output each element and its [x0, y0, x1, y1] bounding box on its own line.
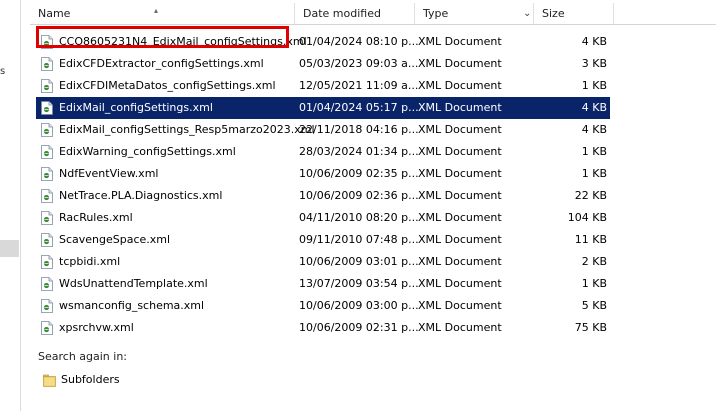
file-name: xpsrchvw.xml [59, 321, 134, 334]
column-header-date-modified[interactable]: Date modified [295, 3, 415, 24]
file-type: XML Document [418, 277, 502, 290]
file-date-modified: 01/04/2024 08:10 p... [299, 35, 419, 48]
file-date-modified: 10/06/2009 03:00 p... [299, 299, 419, 312]
file-name: EdixMail_configSettings_Resp5marzo2023.x… [59, 123, 315, 136]
file-size: 22 KB [574, 189, 607, 202]
file-type: XML Document [418, 57, 502, 70]
xml-file-icon [41, 101, 53, 115]
file-date-modified: 28/03/2024 01:34 p... [299, 145, 419, 158]
file-size: 1 KB [581, 277, 607, 290]
file-row[interactable]: RacRules.xml 04/11/2010 08:20 p... XML Doc… [36, 207, 610, 229]
subfolders-label: Subfolders [61, 373, 120, 386]
file-name: EdixCFDExtractor_configSettings.xml [59, 57, 264, 70]
file-date-modified: 10/06/2009 03:01 p... [299, 255, 419, 268]
header-divider [30, 24, 716, 25]
file-type: XML Document [418, 321, 502, 334]
sort-up-icon: ▴ [154, 6, 159, 15]
file-name: EdixCFDIMetaDatos_configSettings.xml [59, 79, 276, 92]
xml-file-icon [41, 211, 53, 225]
xml-file-icon [41, 57, 53, 71]
file-size: 1 KB [581, 79, 607, 92]
xml-file-icon [41, 299, 53, 313]
file-name: ScavengeSpace.xml [59, 233, 171, 246]
file-size: 75 KB [574, 321, 607, 334]
file-name: RacRules.xml [59, 211, 133, 224]
file-name: EdixMail_configSettings.xml [59, 101, 213, 114]
file-size: 1 KB [581, 167, 607, 180]
file-row[interactable]: ScavengeSpace.xml 09/11/2010 07:48 p... XM… [36, 229, 610, 251]
file-date-modified: 09/11/2010 07:48 p... [299, 233, 419, 246]
file-row[interactable]: WdsUnattendTemplate.xml 13/07/2009 03:54 … [36, 273, 610, 295]
file-row[interactable]: EdixMail_configSettings_Resp5marzo2023.x… [36, 119, 610, 141]
file-type: XML Document [418, 123, 502, 136]
column-header-filler [614, 3, 716, 24]
file-name: wsmanconfig_schema.xml [59, 299, 205, 312]
folder-icon [43, 374, 56, 387]
file-type: XML Document [418, 101, 502, 114]
file-type: XML Document [418, 299, 502, 312]
file-type: XML Document [418, 233, 502, 246]
file-row[interactable]: NdfEventView.xml 10/06/2009 02:35 p... XML… [36, 163, 610, 185]
file-row[interactable]: NetTrace.PLA.Diagnostics.xml 10/06/2009 0… [36, 185, 610, 207]
file-date-modified: 12/05/2021 11:09 a... [299, 79, 419, 92]
file-date-modified: 10/06/2009 02:31 p... [299, 321, 419, 334]
file-row[interactable]: tcpbidi.xml 10/06/2009 03:01 p... XML Docu… [36, 251, 610, 273]
file-date-modified: 22/11/2018 04:16 p... [299, 123, 419, 136]
file-type: XML Document [418, 145, 502, 158]
file-row[interactable]: wsmanconfig_schema.xml 10/06/2009 03:00 p… [36, 295, 610, 317]
file-date-modified: 01/04/2024 05:17 p... [299, 101, 419, 114]
nav-pane-selected-item[interactable] [0, 240, 19, 257]
xml-file-icon [41, 145, 53, 159]
file-date-modified: 10/06/2009 02:35 p... [299, 167, 419, 180]
column-header-name[interactable]: ▴ Name [30, 3, 295, 24]
file-type: XML Document [418, 167, 502, 180]
file-date-modified: 05/03/2023 09:03 a... [299, 57, 419, 70]
file-date-modified: 04/11/2010 08:20 p... [299, 211, 419, 224]
file-size: 3 KB [581, 57, 607, 70]
navigation-pane-edge: s [0, 0, 21, 411]
xml-file-icon [41, 321, 53, 335]
file-type: XML Document [418, 189, 502, 202]
file-size: 1 KB [581, 145, 607, 158]
file-row[interactable]: EdixCFDExtractor_configSettings.xml 05/03… [36, 53, 610, 75]
file-name: WdsUnattendTemplate.xml [59, 277, 208, 290]
file-name: tcpbidi.xml [59, 255, 121, 268]
search-again-label: Search again in: [38, 350, 128, 363]
file-size: 11 KB [574, 233, 607, 246]
column-header-type[interactable]: Type ⌄ [415, 3, 534, 24]
xml-file-icon [41, 255, 53, 269]
file-date-modified: 10/06/2009 02:36 p... [299, 189, 419, 202]
xml-file-icon [41, 167, 53, 181]
xml-file-icon [41, 189, 53, 203]
file-row[interactable]: EdixMail_configSettings.xml 01/04/2024 05… [36, 97, 610, 119]
file-row[interactable]: EdixWarning_configSettings.xml 28/03/2024… [36, 141, 610, 163]
file-size: 4 KB [581, 101, 607, 114]
file-name: NdfEventView.xml [59, 167, 159, 180]
xml-file-icon [41, 277, 53, 291]
file-name: EdixWarning_configSettings.xml [59, 145, 236, 158]
file-type: XML Document [418, 35, 502, 48]
xml-file-icon [41, 79, 53, 93]
annotation-highlight-box [36, 26, 289, 48]
chevron-down-icon[interactable]: ⌄ [523, 3, 531, 24]
file-size: 5 KB [581, 299, 607, 312]
file-size: 2 KB [581, 255, 607, 268]
file-size: 4 KB [581, 123, 607, 136]
file-date-modified: 13/07/2009 03:54 p... [299, 277, 419, 290]
xml-file-icon [41, 123, 53, 137]
file-name: NetTrace.PLA.Diagnostics.xml [59, 189, 223, 202]
file-type: XML Document [418, 79, 502, 92]
file-type: XML Document [418, 211, 502, 224]
file-size: 4 KB [581, 35, 607, 48]
xml-file-icon [41, 233, 53, 247]
file-list: CCO8605231N4_EdixMail_configSettings.xml… [36, 31, 610, 339]
column-header-size[interactable]: Size [534, 3, 614, 24]
file-type: XML Document [418, 255, 502, 268]
file-row[interactable]: xpsrchvw.xml 10/06/2009 02:31 p... XML Doc… [36, 317, 610, 339]
file-row[interactable]: EdixCFDIMetaDatos_configSettings.xml 12/0… [36, 75, 610, 97]
file-size: 104 KB [567, 211, 607, 224]
nav-pane-glyph: s [0, 66, 6, 77]
